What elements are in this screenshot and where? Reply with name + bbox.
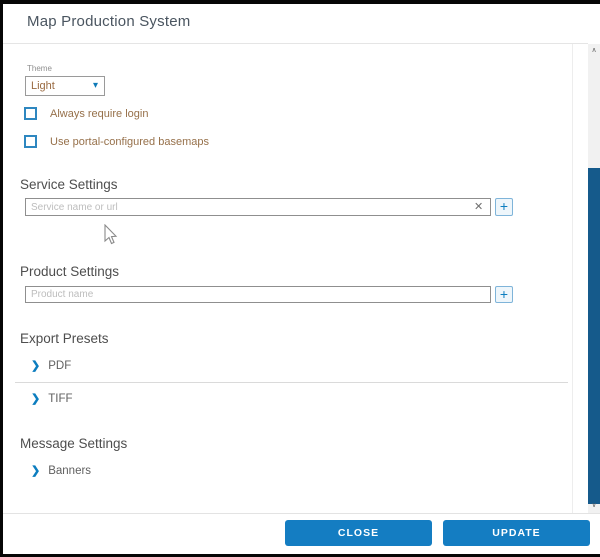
theme-selected-value: Light [31,80,55,92]
chevron-down-icon: ▾ [93,81,98,91]
always-require-login-checkbox[interactable] [24,107,37,120]
vertical-scrollbar[interactable]: ∧ ∨ [588,44,600,513]
mouse-cursor-icon [102,224,118,246]
dialog-title: Map Production System [27,13,190,30]
add-service-button[interactable]: + [495,198,513,216]
add-product-button[interactable]: + [495,286,513,303]
accordion-item-label: PDF [48,360,71,372]
export-presets-heading: Export Presets [20,331,109,346]
content-right-border [572,44,573,513]
scrollbar-thumb[interactable] [588,168,600,504]
scroll-down-icon[interactable]: ∨ [588,499,600,513]
portal-basemaps-label: Use portal-configured basemaps [50,136,209,148]
chevron-right-icon: ❯ [31,465,40,477]
product-name-input[interactable] [25,286,491,303]
clear-input-icon[interactable]: ✕ [474,201,483,213]
theme-select[interactable]: Light ▾ [25,76,105,96]
close-button[interactable]: CLOSE [285,520,432,546]
accordion-item-pdf[interactable]: ❯ PDF [31,358,71,374]
map-production-system-dialog: Map Production System Theme Light ▾ Alwa… [0,0,600,557]
chevron-right-icon: ❯ [31,393,40,405]
plus-icon: + [500,286,508,302]
update-button[interactable]: UPDATE [443,520,590,546]
chevron-right-icon: ❯ [31,360,40,372]
plus-icon: + [500,198,508,214]
service-name-input[interactable] [25,198,491,216]
capture-frame-left [0,0,3,557]
always-require-login-label: Always require login [50,108,148,120]
product-settings-heading: Product Settings [20,264,119,279]
footer-divider [3,513,600,514]
service-settings-heading: Service Settings [20,177,118,192]
message-settings-heading: Message Settings [20,436,127,451]
accordion-item-label: TIFF [48,393,72,405]
accordion-item-banners[interactable]: ❯ Banners [31,463,91,479]
capture-frame-top [0,0,600,4]
portal-basemaps-checkbox[interactable] [24,135,37,148]
header-divider [3,43,588,44]
accordion-item-tiff[interactable]: ❯ TIFF [31,391,73,407]
accordion-item-label: Banners [48,465,91,477]
theme-field-label: Theme [27,64,52,73]
scroll-up-icon[interactable]: ∧ [588,44,600,58]
row-divider [15,382,568,383]
